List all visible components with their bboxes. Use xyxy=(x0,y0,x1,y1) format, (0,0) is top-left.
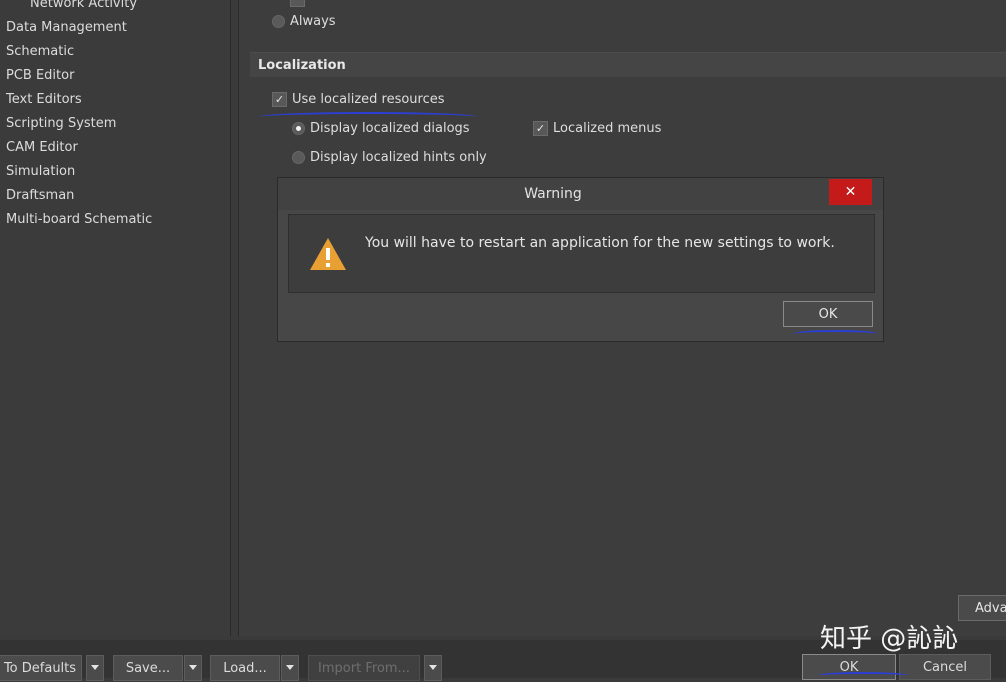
import-from-button[interactable]: Import From... xyxy=(308,655,420,681)
always-radio[interactable] xyxy=(272,15,285,28)
checkmark-icon: ✓ xyxy=(535,122,546,135)
ink-underline xyxy=(793,330,878,338)
tree-item-simulation[interactable]: Simulation xyxy=(6,164,75,179)
tree-item-pcb-editor[interactable]: PCB Editor xyxy=(6,68,74,83)
save-dropdown-arrow[interactable] xyxy=(184,655,202,681)
tree-item-cam-editor[interactable]: CAM Editor xyxy=(6,140,78,155)
dialog-title: Warning xyxy=(524,186,582,202)
tree-item-draftsman[interactable]: Draftsman xyxy=(6,188,74,203)
tree-item-schematic[interactable]: Schematic xyxy=(6,44,74,59)
close-icon: ✕ xyxy=(844,184,857,200)
localized-menus-checkbox[interactable]: ✓ xyxy=(533,121,548,136)
section-title: Localization xyxy=(258,58,346,73)
tree-item-data-management[interactable]: Data Management xyxy=(6,20,127,35)
localized-dialogs-label: Display localized dialogs xyxy=(310,121,470,136)
localized-hints-radio[interactable] xyxy=(292,151,305,164)
dialog-title-bar[interactable]: Warning xyxy=(278,178,883,210)
localized-menus-label: Localized menus xyxy=(553,121,662,136)
partial-checkbox[interactable] xyxy=(290,0,305,7)
warning-icon xyxy=(310,238,346,270)
defaults-dropdown-arrow[interactable] xyxy=(86,655,104,681)
always-label: Always xyxy=(290,14,336,29)
localized-dialogs-radio[interactable] xyxy=(292,122,305,135)
tree-item-text-editors[interactable]: Text Editors xyxy=(6,92,82,107)
save-button[interactable]: Save... xyxy=(113,655,183,681)
use-localized-label: Use localized resources xyxy=(292,92,445,107)
load-button[interactable]: Load... xyxy=(210,655,280,681)
warning-message: You will have to restart an application … xyxy=(365,235,835,251)
tree-item-network-activity[interactable]: Network Activity xyxy=(30,0,137,11)
localization-section-header: Localization xyxy=(250,52,1006,77)
advanced-button[interactable]: Adva xyxy=(958,595,1006,621)
set-to-defaults-button[interactable]: To Defaults xyxy=(0,655,82,681)
tree-item-multi-board-schematic[interactable]: Multi-board Schematic xyxy=(6,212,152,227)
checkmark-icon: ✓ xyxy=(274,93,285,106)
use-localized-checkbox[interactable]: ✓ xyxy=(272,92,287,107)
close-button[interactable]: ✕ xyxy=(829,179,872,205)
localized-hints-label: Display localized hints only xyxy=(310,150,487,165)
load-dropdown-arrow[interactable] xyxy=(281,655,299,681)
preferences-tree: Network Activity Data Management Schemat… xyxy=(0,0,231,636)
cancel-button[interactable]: Cancel xyxy=(899,654,991,680)
zhihu-watermark: 知乎 @訫訫 xyxy=(820,624,959,654)
import-dropdown-arrow[interactable] xyxy=(424,655,442,681)
tree-item-scripting-system[interactable]: Scripting System xyxy=(6,116,116,131)
dialog-body: You will have to restart an application … xyxy=(288,214,875,293)
warning-dialog: Warning ✕ You will have to restart an ap… xyxy=(277,177,884,342)
dialog-ok-button[interactable]: OK xyxy=(783,301,873,327)
